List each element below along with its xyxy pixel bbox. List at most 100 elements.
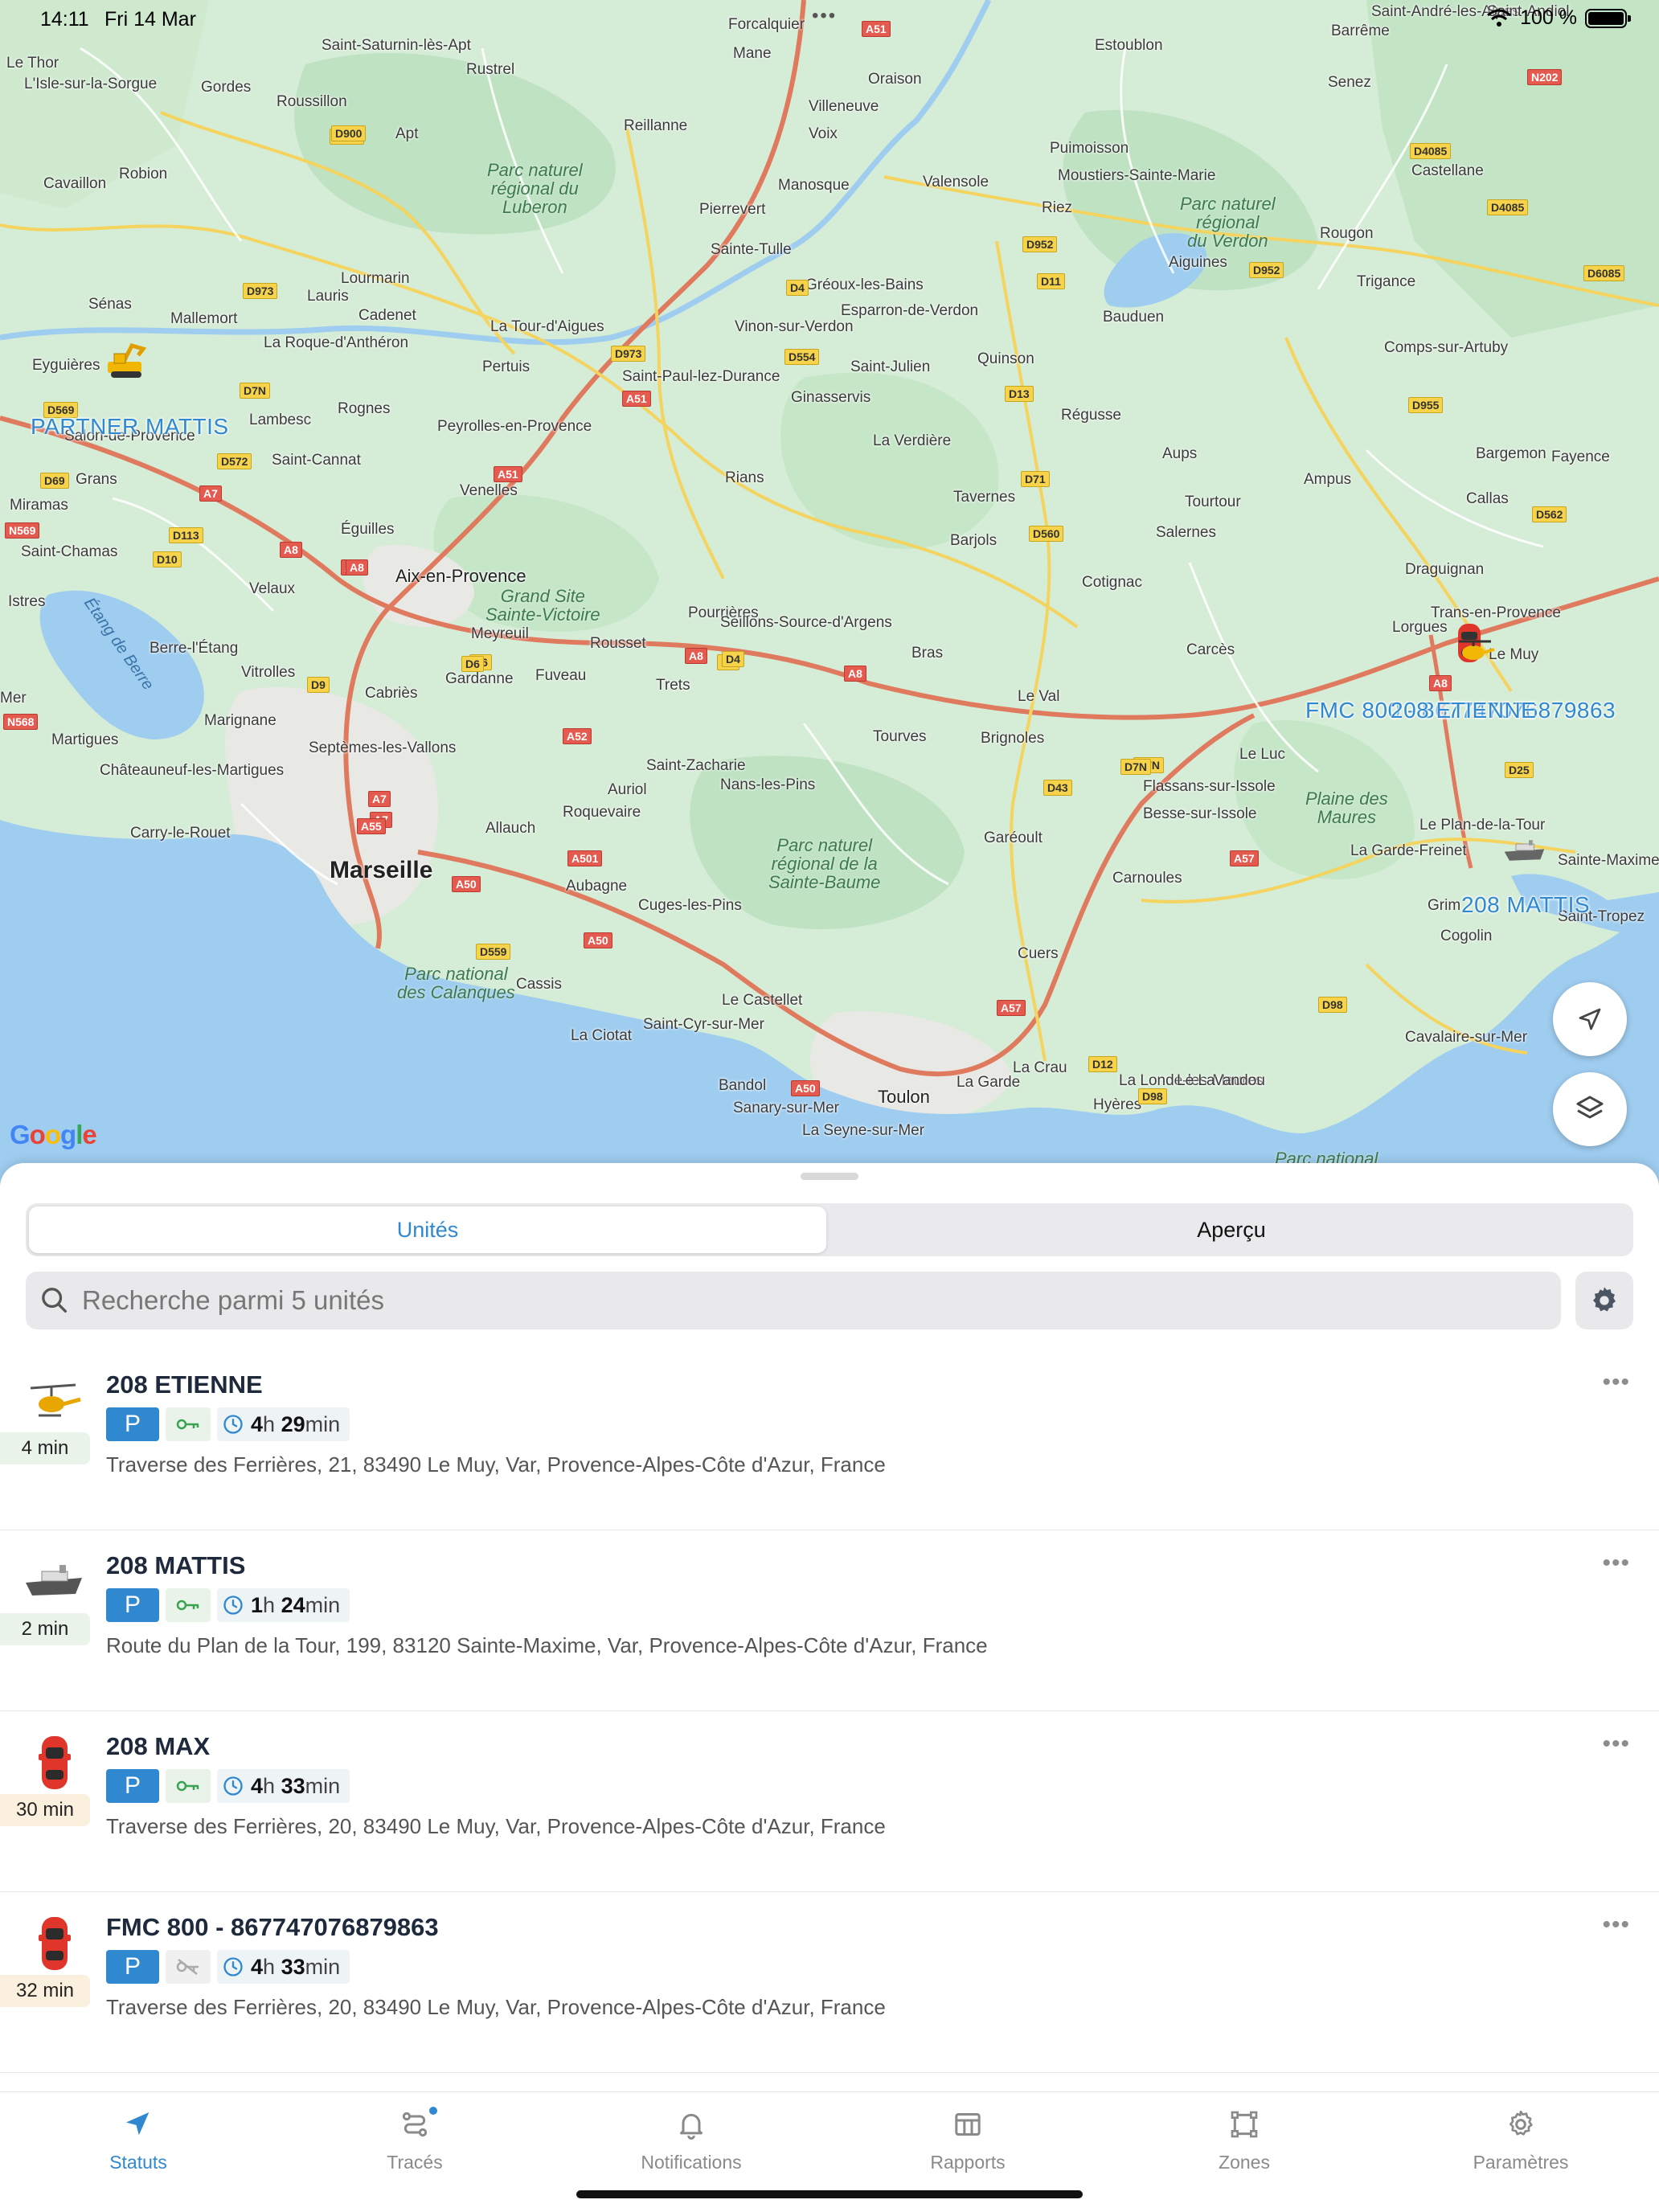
- map-place-label: Vinon-sur-Verdon: [735, 318, 854, 335]
- duration-minutes-unit: min: [305, 1592, 341, 1617]
- more-options-button[interactable]: •••: [1602, 1731, 1630, 1758]
- road-shield: N202: [1527, 69, 1563, 85]
- map-place-label: Marignane: [204, 712, 276, 729]
- parked-badge: P: [106, 1950, 159, 1984]
- helicopter-marker-icon[interactable]: [1453, 629, 1498, 674]
- map-place-label: Bauduen: [1103, 309, 1165, 326]
- duration-minutes-unit: min: [305, 1411, 341, 1436]
- unit-address: Route du Plan de la Tour, 199, 83120 Sai…: [106, 1633, 988, 1657]
- map-place-label: La Garde-Freinet: [1350, 842, 1467, 859]
- duration-minutes: 24: [281, 1592, 305, 1617]
- map-place-label: Saint-Julien: [850, 358, 931, 375]
- duration-hours: 1: [251, 1592, 264, 1617]
- ship-marker-icon[interactable]: [1503, 828, 1548, 873]
- map-place-label: Manosque: [778, 177, 850, 194]
- map-unit-label[interactable]: 208 ETIENNE: [1391, 698, 1536, 723]
- tab-gear[interactable]: Paramètres: [1382, 2108, 1659, 2173]
- map-place-label: La Seyne-sur-Mer: [802, 1122, 925, 1139]
- sheet-grabber[interactable]: [801, 1173, 858, 1180]
- road-shield: D562: [1532, 506, 1567, 522]
- last-update-badge: 4 min: [0, 1432, 90, 1464]
- map-unit-label[interactable]: PARTNER MATTIS: [31, 414, 229, 440]
- road-shield: D572: [217, 453, 252, 469]
- road-shield: A50: [791, 1080, 820, 1096]
- road-shield: D952: [1249, 262, 1284, 278]
- road-shield: A55: [357, 818, 386, 834]
- duration-minutes: 33: [281, 1773, 305, 1798]
- battery-icon: [1585, 8, 1631, 28]
- unit-status-badges: P 4h 29min: [106, 1407, 350, 1441]
- multitasking-dots-icon[interactable]: •••: [812, 5, 837, 27]
- map-place-label: Châteauneuf-les-Martigues: [100, 762, 285, 779]
- tab-table[interactable]: Rapports: [830, 2108, 1106, 2173]
- map-place-label: La Garde: [956, 1074, 1021, 1091]
- road-shield: D43: [1043, 780, 1072, 796]
- map-place-label: Mallemort: [170, 310, 238, 327]
- unit-row[interactable]: 30 min 208 MAX P 4h 33min Traverse des Ferri…: [0, 1711, 1659, 1892]
- road-shield: D4: [722, 651, 744, 667]
- map-layers-button[interactable]: [1553, 1072, 1627, 1146]
- locate-me-button[interactable]: [1553, 982, 1627, 1056]
- map-place-label: La Crau: [1013, 1059, 1067, 1076]
- map-place-label: Le Thor: [6, 55, 59, 72]
- parked-badge: P: [106, 1407, 159, 1441]
- map-place-label: L'Isle-sur-la-Sorgue: [24, 76, 158, 92]
- road-shield: A8: [685, 648, 707, 664]
- search-bar: [26, 1272, 1561, 1329]
- tab-route[interactable]: Tracés: [276, 2107, 553, 2173]
- gear-icon: [1593, 1287, 1616, 1312]
- car-icon: [23, 1911, 87, 1976]
- tab-label: Paramètres: [1473, 2152, 1569, 2173]
- wifi-icon: [1487, 9, 1512, 27]
- gear-icon: [1505, 2108, 1537, 2145]
- map-place-label: Rougon: [1320, 225, 1374, 242]
- search-input[interactable]: [82, 1285, 1561, 1316]
- more-options-button[interactable]: •••: [1602, 1369, 1630, 1396]
- last-update-badge: 30 min: [0, 1794, 90, 1826]
- unit-address: Traverse des Ferrières, 20, 83490 Le Muy…: [106, 1814, 886, 1838]
- map-place-label: Venelles: [460, 482, 518, 499]
- road-shield: D560: [1029, 526, 1064, 542]
- map-place-label: Aiguines: [1169, 254, 1227, 271]
- map-place-label: Salernes: [1156, 524, 1216, 541]
- ignition-badge: [166, 1588, 211, 1622]
- map-place-label: Cadenet: [358, 307, 416, 324]
- map-place-label: Éguilles: [341, 521, 395, 538]
- tab-bell[interactable]: Notifications: [553, 2108, 830, 2173]
- tab-label: Statuts: [109, 2152, 167, 2173]
- duration-badge: 4h 33min: [217, 1950, 350, 1984]
- tab-navigation-arrow[interactable]: Statuts: [0, 2108, 276, 2173]
- road-shield: D973: [611, 346, 646, 362]
- unit-name: 208 ETIENNE: [106, 1370, 263, 1399]
- map-place-label: Trans-en-Provence: [1431, 604, 1561, 621]
- map-place-label: Lourmarin: [341, 270, 410, 287]
- map-place-label: Le Lavandou: [1177, 1072, 1265, 1089]
- home-indicator[interactable]: [576, 2190, 1083, 2198]
- map-place-label: Ginasservis: [791, 389, 871, 406]
- unit-status-badges: P 4h 33min: [106, 1769, 350, 1803]
- list-settings-button[interactable]: [1575, 1272, 1633, 1329]
- more-options-button[interactable]: •••: [1602, 1550, 1630, 1577]
- unit-row[interactable]: 4 min 208 ETIENNE P 4h 29min Traverse des Fe…: [0, 1350, 1659, 1530]
- unread-dot: [429, 2107, 437, 2115]
- unit-row[interactable]: 2 min 208 MATTIS P 1h 24min Route du Plan de…: [0, 1530, 1659, 1711]
- road-shield: A501: [567, 850, 603, 866]
- map-place-label: Quinson: [977, 350, 1034, 367]
- tab-zone[interactable]: Zones: [1106, 2108, 1382, 2173]
- map-unit-label[interactable]: 208 MATTIS: [1461, 892, 1590, 918]
- map-place-label: La Ciotat: [571, 1027, 633, 1044]
- map-place-label: Roussillon: [276, 93, 347, 110]
- map-place-label: Le Luc: [1239, 746, 1286, 763]
- duration-minutes-unit: min: [305, 1954, 341, 1979]
- map-view[interactable]: Le Thor L'Isle-sur-la-Sorgue Gordes Saint-S…: [0, 0, 1659, 1190]
- excavator-marker-icon[interactable]: [103, 338, 148, 383]
- tab-units[interactable]: Unités: [29, 1206, 826, 1253]
- tab-label: Tracés: [387, 2152, 443, 2173]
- duration-hours-unit: h: [263, 1411, 276, 1436]
- tab-overview[interactable]: Aperçu: [833, 1206, 1630, 1253]
- road-shield: D900: [331, 125, 367, 141]
- map-place-label: Tourves: [873, 728, 927, 745]
- unit-row[interactable]: 32 min FMC 800 - 867747076879863 P 4h 33min…: [0, 1892, 1659, 2073]
- more-options-button[interactable]: •••: [1602, 1911, 1630, 1939]
- map-place-label: Tavernes: [953, 489, 1016, 506]
